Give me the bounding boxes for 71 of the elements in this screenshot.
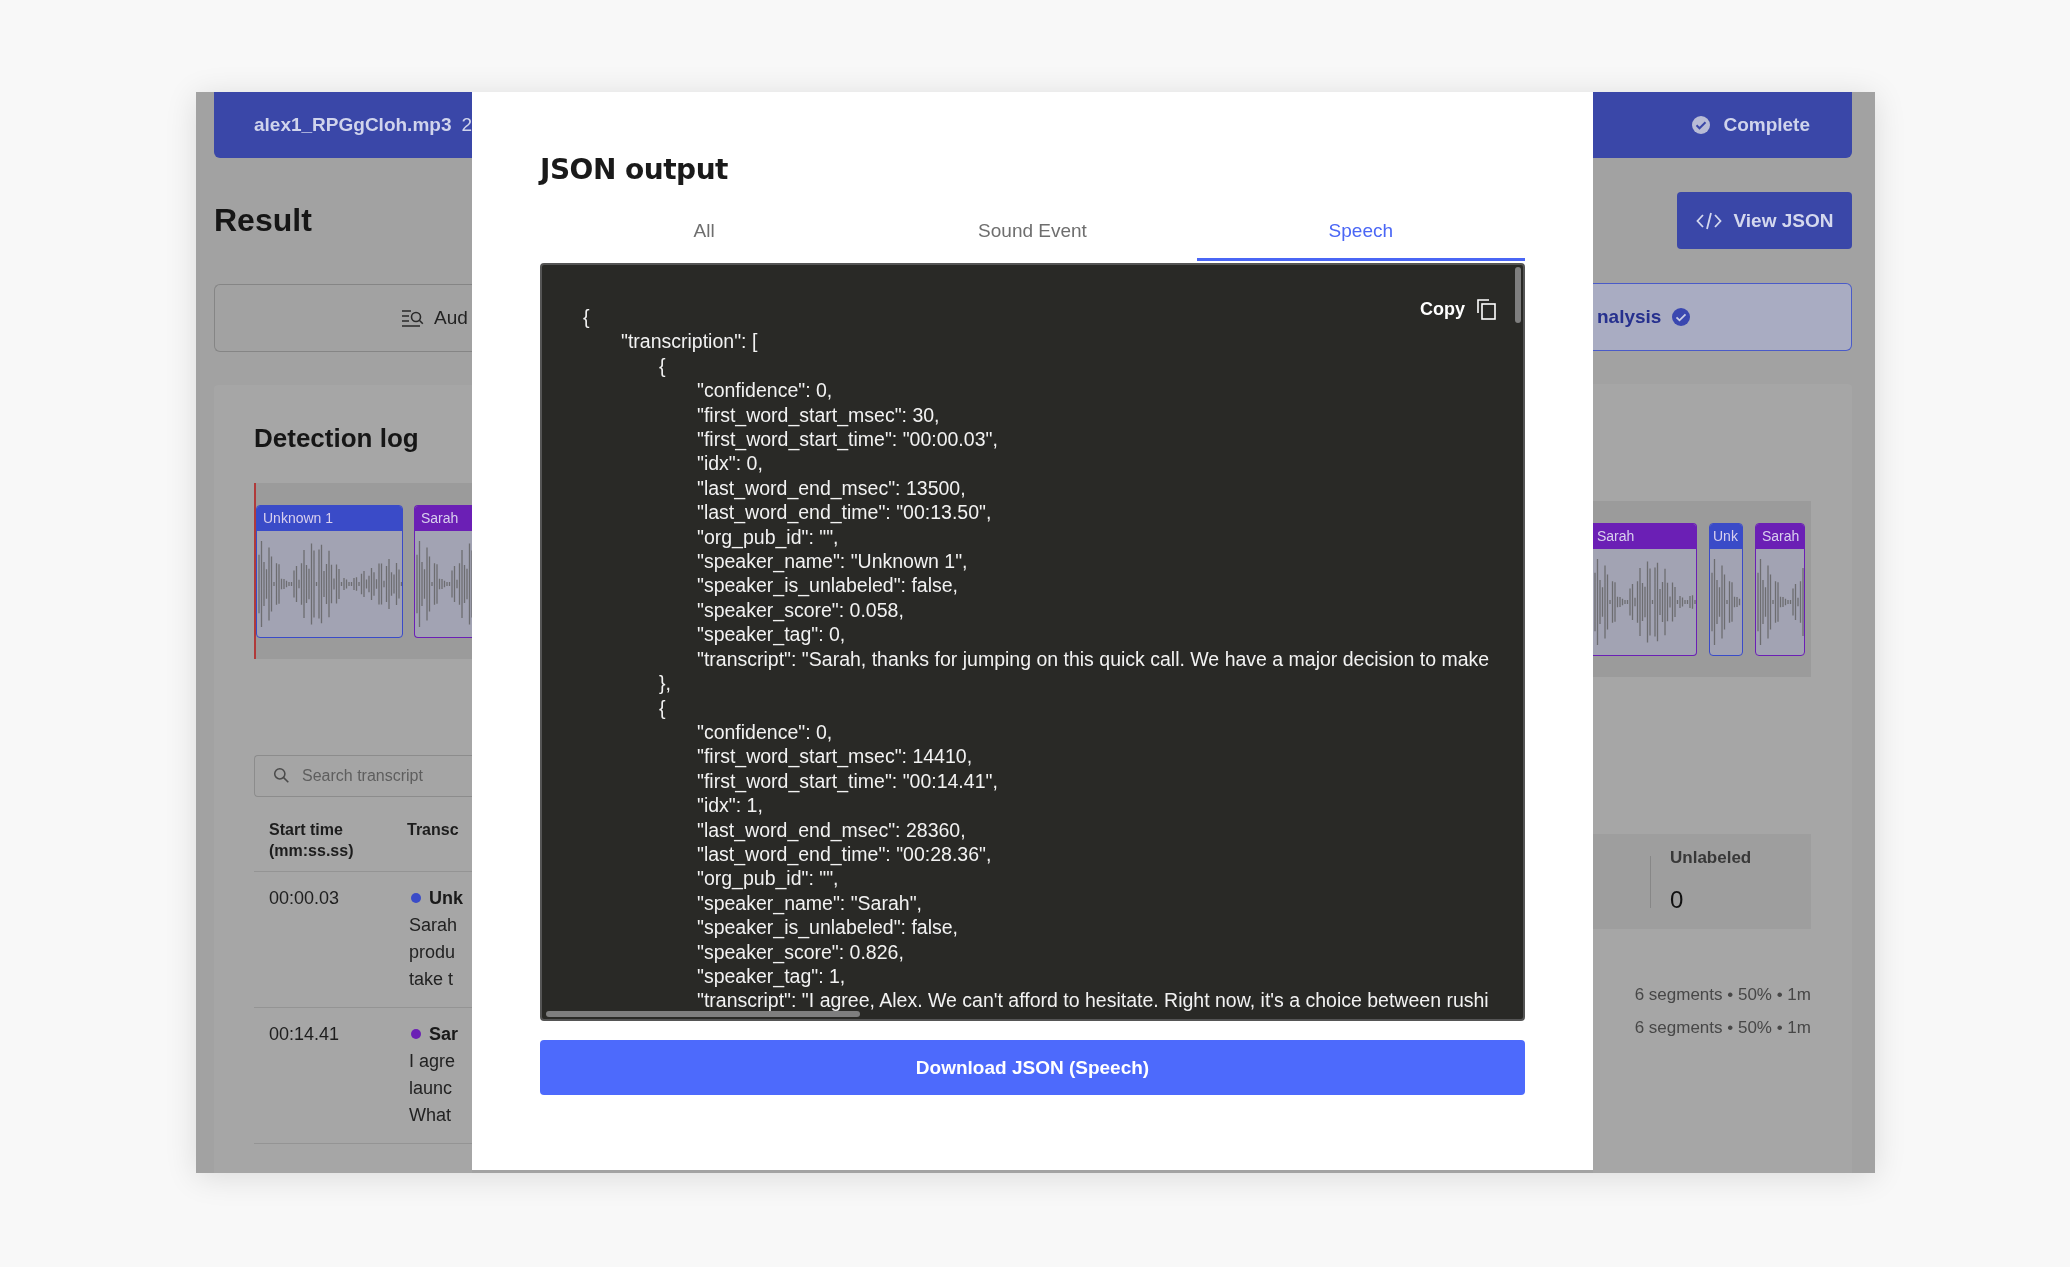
copy-button[interactable]: Copy (1418, 295, 1499, 323)
code-icon (1695, 210, 1722, 231)
code-line: "org_pub_id": "", (696, 524, 839, 550)
segment-summary: 6 segments • 50% • 1m (1634, 985, 1811, 1005)
code-line: "org_pub_id": "", (696, 866, 839, 891)
column-header: Start time (mm:ss.ss) (268, 820, 355, 861)
page-title: Result (214, 201, 313, 240)
code-line: "transcript": "Sarah, thanks for jumping on this quick call. We have a major decision to make (696, 646, 1490, 672)
code-line: "transcription": [ (620, 329, 758, 354)
code-line: "speaker_tag": 1, (696, 964, 846, 989)
view-json-button[interactable]: View JSON (1677, 192, 1852, 249)
code-line: "speaker_score": 0.826, (696, 939, 904, 964)
code-line: "last_word_end_msec": 13500, (696, 475, 966, 501)
code-line: { (658, 353, 666, 379)
stat-value: 0 (1670, 885, 1685, 914)
stat-label: Unlabeled (1670, 847, 1752, 868)
code-line: { (583, 305, 590, 330)
code-line: "first_word_start_time": "00:00.03", (696, 427, 998, 452)
search-icon (273, 767, 290, 784)
code-line: "speaker_name": "Unknown 1", (696, 549, 968, 574)
speaker-clip[interactable]: Unknown 1 (256, 505, 403, 638)
transcript-text: What (408, 1104, 452, 1127)
code-line: "confidence": 0, (696, 378, 833, 403)
horizontal-scrollbar-thumb[interactable] (546, 1011, 860, 1017)
speaker-name: Unk (429, 887, 463, 909)
file-info-text: 2 (461, 114, 472, 136)
vertical-scrollbar-thumb[interactable] (1515, 267, 1521, 323)
code-line: "speaker_is_unlabeled": false, (696, 915, 958, 940)
status-text: Complete (1723, 114, 1810, 136)
code-line: "speaker_tag": 0, (696, 622, 846, 647)
code-line: "idx": 1, (696, 793, 763, 818)
download-button[interactable]: Download JSON (Speech) (540, 1040, 1525, 1095)
code-line: "transcript": "I agree, Alex. We can't afford to hesitate. Right now, it's a choice between rushi (696, 988, 1489, 1013)
file-name: alex1_RPGgCloh.mp3 (254, 114, 452, 136)
code-line: "speaker_is_unlabeled": false, (696, 573, 958, 598)
search-field[interactable]: Search transcript (254, 755, 472, 797)
tab[interactable]: Sound Event (868, 210, 1197, 261)
start-time-cell-text: 00:14.41 (268, 1023, 341, 1046)
code-line: { (658, 695, 666, 720)
code-line: "speaker_score": 0.058, (696, 597, 904, 623)
check-circle-icon (1671, 307, 1692, 327)
code-line: "last_word_end_msec": 28360, (696, 817, 966, 842)
transcript-text: launc (408, 1077, 454, 1100)
speaker-clip[interactable]: Sarah (1593, 523, 1697, 656)
tab[interactable]: All (540, 210, 869, 261)
transcript-text: take t (408, 968, 455, 991)
list-search-icon (400, 308, 424, 328)
dialog-title: JSON output (540, 154, 729, 186)
segment-summary: 6 segments • 50% • 1m (1634, 1018, 1811, 1038)
speaker-name: Sar (429, 1023, 459, 1045)
code-line: "first_word_start_msec": 14410, (696, 744, 973, 769)
speaker-clip[interactable]: Sarah (414, 505, 472, 638)
start-time-cell-text: 00:00.03 (268, 887, 341, 910)
transcript-text: Sarah (408, 914, 459, 937)
code-line: "speaker_name": "Sarah", (696, 890, 922, 916)
speaker-clip[interactable]: Sarah (1755, 523, 1805, 656)
speaker-clip[interactable]: Unk (1709, 523, 1743, 656)
code-line: "last_word_end_time": "00:28.36", (696, 842, 992, 867)
column-header: Transc (407, 820, 460, 840)
analysis-tab[interactable]: Aud (214, 284, 472, 352)
section-title: Detection log (254, 423, 420, 453)
transcript-text: I agre (408, 1050, 457, 1073)
check-circle-icon (1691, 115, 1712, 135)
analysis-tab[interactable]: nalysis (1593, 283, 1852, 351)
code-line: "last_word_end_time": "00:13.50", (696, 500, 992, 525)
code-line: "idx": 0, (696, 451, 763, 476)
code-line: "confidence": 0, (696, 719, 833, 745)
transcript-text: produ (408, 941, 457, 964)
code-line: "first_word_start_msec": 30, (696, 402, 940, 428)
code-line: "first_word_start_time": "00:14.41", (696, 768, 998, 794)
code-line: }, (658, 671, 671, 696)
